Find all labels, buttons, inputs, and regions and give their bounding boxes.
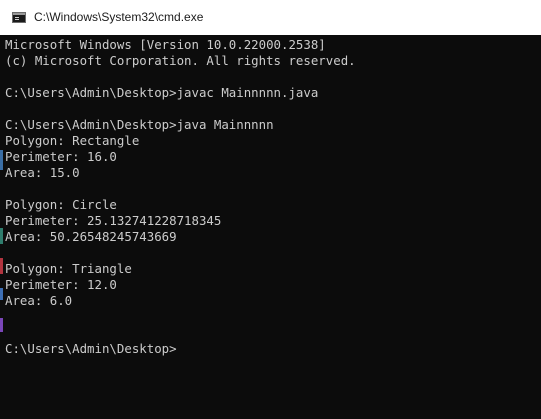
background-window-edge bbox=[0, 288, 3, 300]
console-line-12: Perimeter: 25.132741228718345 bbox=[5, 213, 222, 228]
console-line-2: (c) Microsoft Corporation. All rights re… bbox=[5, 53, 356, 68]
console-line-8: Perimeter: 16.0 bbox=[5, 149, 117, 164]
console-line-6: C:\Users\Admin\Desktop>java Mainnnnn bbox=[5, 117, 274, 132]
console-line-13: Area: 50.26548245743669 bbox=[5, 229, 177, 244]
cmd-console-icon bbox=[12, 12, 26, 23]
console-line-20: C:\Users\Admin\Desktop> bbox=[5, 341, 177, 356]
console-line-15: Polygon: Triangle bbox=[5, 261, 132, 276]
console-output[interactable]: Microsoft Windows [Version 10.0.22000.25… bbox=[0, 35, 541, 419]
cmd-window: C:\Windows\System32\cmd.exe Microsoft Wi… bbox=[0, 0, 541, 419]
console-line-9: Area: 15.0 bbox=[5, 165, 80, 180]
title-bar[interactable]: C:\Windows\System32\cmd.exe bbox=[0, 0, 541, 35]
background-window-edge bbox=[0, 318, 3, 332]
background-window-edge bbox=[0, 228, 3, 244]
background-window-edge bbox=[0, 150, 3, 170]
console-line-7: Polygon: Rectangle bbox=[5, 133, 140, 148]
console-line-17: Area: 6.0 bbox=[5, 293, 73, 308]
console-line-1: Microsoft Windows [Version 10.0.22000.25… bbox=[5, 37, 326, 52]
window-title: C:\Windows\System32\cmd.exe bbox=[34, 10, 204, 24]
background-window-edge bbox=[0, 258, 3, 274]
console-line-16: Perimeter: 12.0 bbox=[5, 277, 117, 292]
console-line-4: C:\Users\Admin\Desktop>javac Mainnnnn.ja… bbox=[5, 85, 319, 100]
console-line-11: Polygon: Circle bbox=[5, 197, 117, 212]
